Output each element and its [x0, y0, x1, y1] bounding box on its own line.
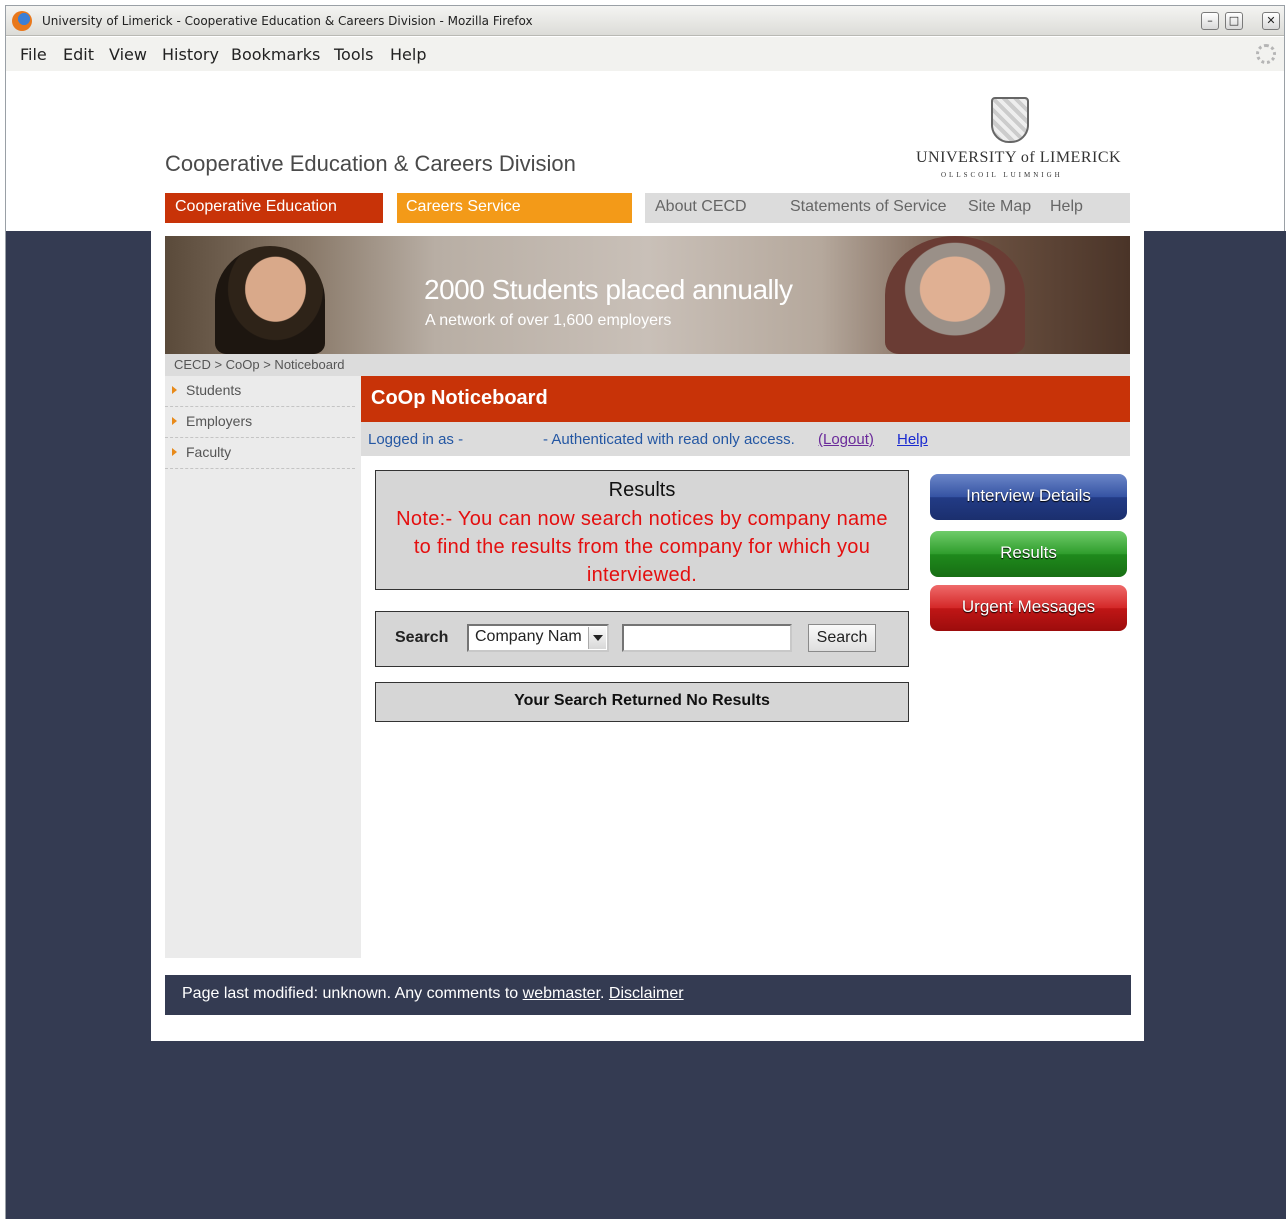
- sidebar-item-label: Faculty: [186, 444, 232, 460]
- login-bar: Logged in as - - Authenticated with read…: [361, 422, 1130, 456]
- footer: Page last modified: unknown. Any comment…: [165, 975, 1131, 1015]
- banner-headline: 2000 Students placed annually: [424, 274, 793, 305]
- search-box: Search Company Nam Search: [375, 611, 909, 667]
- main-header: CoOp Noticeboard: [361, 376, 1130, 422]
- minimize-button[interactable]: –: [1201, 12, 1219, 30]
- menu-tools[interactable]: Tools: [334, 45, 373, 64]
- nav-cooperative-education[interactable]: Cooperative Education: [165, 193, 383, 223]
- disclaimer-link[interactable]: Disclaimer: [609, 985, 684, 1002]
- footer-text-container: Page last modified: unknown. Any comment…: [182, 985, 684, 1003]
- search-field-select[interactable]: Company Nam: [467, 624, 609, 652]
- title-bar: University of Limerick - Cooperative Edu…: [6, 6, 1284, 36]
- sidebar-item-students[interactable]: Students: [165, 376, 355, 407]
- sidebar-item-label: Employers: [186, 413, 253, 429]
- browser-window: University of Limerick - Cooperative Edu…: [5, 5, 1286, 1219]
- site-title: Cooperative Education & Careers Division: [165, 151, 576, 176]
- close-button[interactable]: ✕: [1262, 12, 1280, 30]
- firefox-icon: [12, 11, 32, 31]
- menu-bookmarks[interactable]: Bookmarks: [231, 45, 320, 64]
- arrow-right-icon: [172, 417, 177, 425]
- banner: 2000 Students placed annually A network …: [165, 236, 1130, 354]
- no-results-box: Your Search Returned No Results: [375, 682, 909, 722]
- results-button[interactable]: Results: [930, 531, 1127, 577]
- footer-text: Page last modified: unknown. Any comment…: [182, 985, 519, 1002]
- maximize-button[interactable]: □: [1225, 12, 1243, 30]
- banner-photo-employer: [885, 236, 1025, 354]
- sidebar-item-label: Students: [186, 382, 242, 398]
- search-select-value: Company Nam: [475, 628, 582, 645]
- menu-bar: File Edit View History Bookmarks Tools H…: [6, 37, 1284, 71]
- results-note: Note:- You can now search notices by com…: [396, 508, 888, 586]
- no-results-message: Your Search Returned No Results: [514, 692, 770, 709]
- logout-link[interactable]: (Logout): [818, 431, 874, 448]
- search-label: Search: [395, 629, 449, 646]
- webmaster-link[interactable]: webmaster: [523, 985, 600, 1002]
- help-link[interactable]: Help: [897, 431, 928, 448]
- chevron-down-icon[interactable]: [588, 627, 606, 649]
- menu-edit[interactable]: Edit: [63, 45, 94, 64]
- nav-careers-service[interactable]: Careers Service: [397, 193, 632, 223]
- window-title: University of Limerick - Cooperative Edu…: [42, 14, 533, 28]
- results-notice-box: Results Note:- You can now search notice…: [375, 470, 909, 590]
- search-input[interactable]: [622, 624, 792, 652]
- search-button[interactable]: Search: [808, 624, 876, 652]
- university-logo[interactable]: UNIVERSITY of LIMERICK OLLSCOIL LUIMNIGH: [911, 91, 1121, 181]
- banner-photo-student: [215, 246, 325, 354]
- menu-help[interactable]: Help: [390, 45, 426, 64]
- arrow-right-icon: [172, 386, 177, 394]
- page-title: CoOp Noticeboard: [371, 387, 548, 409]
- sidebar-item-faculty[interactable]: Faculty: [165, 438, 355, 469]
- university-name: UNIVERSITY of LIMERICK: [916, 149, 1122, 166]
- throbber-icon: [1256, 44, 1276, 64]
- footer-separator: .: [600, 985, 605, 1002]
- sidebar: Students Employers Faculty: [165, 376, 361, 958]
- page-content: Cooperative Education & Careers Division…: [151, 71, 1144, 1041]
- nav-secondary: About CECD Statements of Service Site Ma…: [645, 193, 1130, 223]
- breadcrumb[interactable]: CECD > CoOp > Noticeboard: [174, 357, 345, 372]
- auth-status: - Authenticated with read only access.: [543, 431, 795, 448]
- arrow-right-icon: [172, 448, 177, 456]
- menu-file[interactable]: File: [20, 45, 47, 64]
- breadcrumb-bar: CECD > CoOp > Noticeboard: [165, 354, 1130, 376]
- main-nav: Cooperative Education Careers Service Ab…: [165, 193, 1130, 223]
- urgent-messages-button[interactable]: Urgent Messages: [930, 585, 1127, 631]
- nav-help[interactable]: Help: [1050, 198, 1083, 216]
- nav-sitemap[interactable]: Site Map: [968, 198, 1031, 216]
- menu-view[interactable]: View: [109, 45, 147, 64]
- sidebar-item-employers[interactable]: Employers: [165, 407, 355, 438]
- banner-subline: A network of over 1,600 employers: [425, 312, 672, 329]
- interview-details-button[interactable]: Interview Details: [930, 474, 1127, 520]
- nav-statements[interactable]: Statements of Service: [790, 198, 947, 216]
- crest-icon: [991, 97, 1029, 143]
- menu-history[interactable]: History: [162, 45, 219, 64]
- university-subtitle: OLLSCOIL LUIMNIGH: [941, 171, 1063, 179]
- nav-about[interactable]: About CECD: [655, 198, 747, 216]
- results-title: Results: [608, 479, 676, 501]
- logged-in-label: Logged in as -: [368, 431, 464, 448]
